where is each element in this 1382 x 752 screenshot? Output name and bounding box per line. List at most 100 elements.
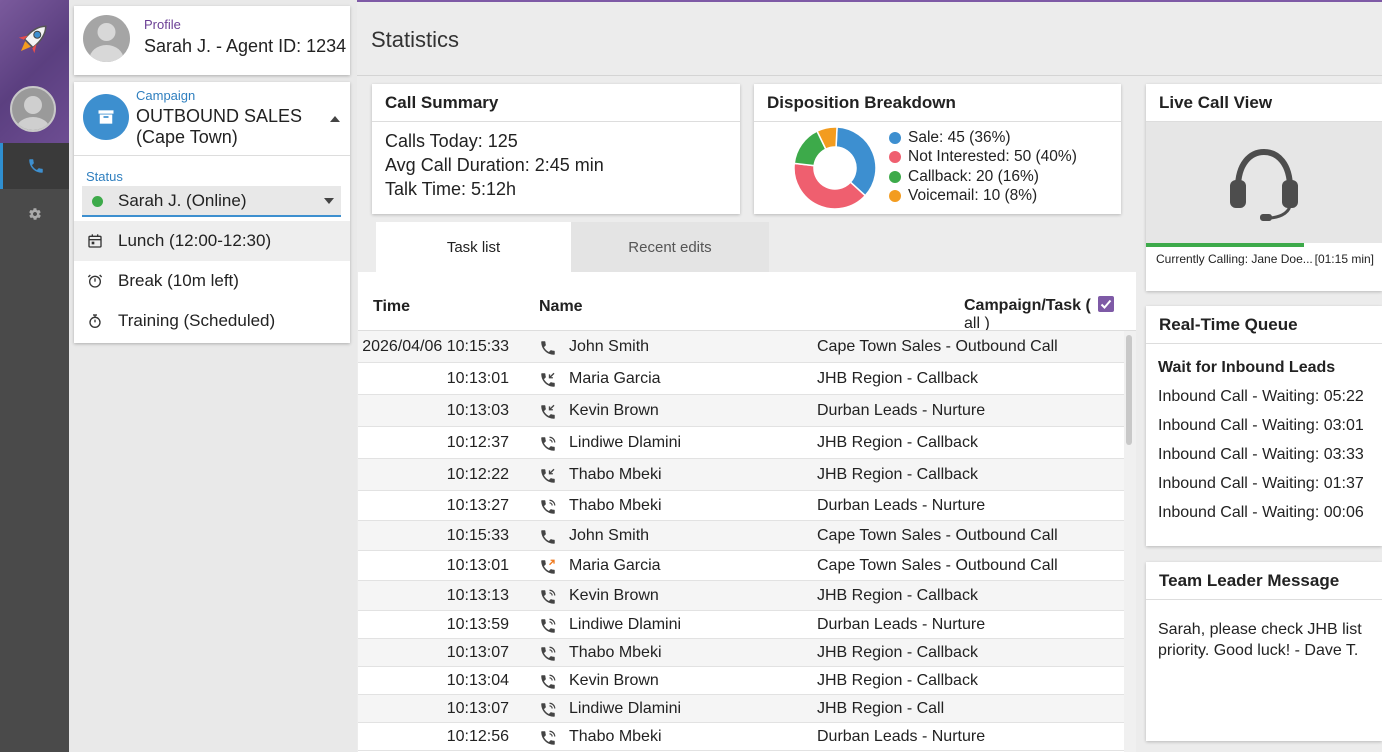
row-campaign: JHB Region - Callback [817, 466, 978, 483]
column-header-name[interactable]: Name [539, 298, 583, 316]
row-name: Thabo Mbeki [569, 728, 662, 745]
timer-icon [87, 274, 103, 288]
legend-label: Not Interested: 50 (40%) [908, 148, 1077, 165]
legend-item-voicemail: Voicemail: 10 (8%) [889, 187, 1038, 205]
phone-ringing-icon [541, 674, 556, 689]
legend-swatch [889, 171, 901, 183]
status-option-training[interactable]: Training (Scheduled) [74, 301, 350, 341]
campaign-label: Campaign [136, 88, 196, 103]
table-row[interactable]: 10:13:01 Maria Garcia Cape Town Sales - Ou… [358, 551, 1124, 581]
legend-label: Sale: 45 (36%) [908, 129, 1011, 146]
row-time: 10:12:56 [446, 728, 509, 745]
row-name: Thabo Mbeki [569, 497, 662, 514]
column-header-time[interactable]: Time [373, 298, 410, 316]
table-row[interactable]: 10:13:01 Maria Garcia JHB Region - Callbac… [358, 363, 1124, 395]
phone-incoming-icon [541, 372, 555, 387]
queue-item[interactable]: Inbound Call - Waiting: 01:37 [1158, 475, 1364, 493]
scrollbar-thumb[interactable] [1126, 335, 1132, 445]
select-all-checkbox[interactable] [1098, 296, 1115, 312]
tab-task-list[interactable]: Task list [376, 222, 571, 272]
queue-item[interactable]: Inbound Call - Waiting: 05:22 [1158, 388, 1364, 406]
call-progress-bar [1146, 243, 1305, 247]
row-name: Kevin Brown [569, 587, 659, 604]
status-option-lunch[interactable]: Lunch (12:00-12:30) [74, 221, 350, 261]
row-time: 10:13:04 [446, 672, 509, 689]
table-row[interactable]: 10:12:22 Thabo Mbeki JHB Region - Callback [358, 459, 1124, 491]
row-time: 10:13:59 [446, 616, 509, 633]
row-name: Lindiwe Dlamini [569, 434, 682, 451]
row-campaign: Durban Leads - Nurture [817, 728, 986, 745]
rail-settings-nav[interactable] [0, 194, 69, 234]
task-table: Time Name Campaign/Task ( all ) 2026/04/… [358, 272, 1136, 752]
table-row[interactable]: 10:12:37 Lindiwe Dlamini JHB Region - Call… [358, 427, 1124, 459]
row-name: Lindiwe Dlamini [569, 700, 682, 717]
legend-swatch [889, 132, 901, 144]
status-option-break[interactable]: Break (10m left) [74, 261, 350, 301]
queue-item[interactable]: Inbound Call - Waiting: 00:06 [1158, 504, 1364, 522]
row-name: Thabo Mbeki [569, 466, 662, 483]
donut-slice-not-interested [793, 162, 867, 210]
phone-ringing-icon [541, 499, 556, 514]
profile-card[interactable]: Profile Sarah J. - Agent ID: 1234 [74, 6, 350, 75]
row-campaign: JHB Region - Callback [817, 672, 978, 689]
tab-recent-edits[interactable]: Recent edits [571, 222, 769, 272]
table-row[interactable]: 10:13:07 Lindiwe Dlamini JHB Region - Call [358, 695, 1124, 723]
profile-avatar [83, 15, 130, 62]
row-name: Kevin Brown [569, 672, 659, 689]
table-row[interactable]: 10:13:59 Lindiwe Dlamini Durban Leads - Nu… [358, 611, 1124, 639]
table-row[interactable]: 10:13:04 Kevin Brown JHB Region - Callback [358, 667, 1124, 695]
chevron-up-icon[interactable] [330, 116, 340, 122]
status-option-label: Training (Scheduled) [118, 311, 276, 330]
rail-avatar[interactable] [10, 86, 56, 132]
queue-item[interactable]: Inbound Call - Waiting: 03:33 [1158, 446, 1364, 464]
campaign-select[interactable]: OUTBOUND SALES (Cape Town) [136, 106, 326, 148]
queue-item[interactable]: Inbound Call - Waiting: 03:01 [1158, 417, 1364, 435]
table-row[interactable]: 10:13:27 Thabo Mbeki Durban Leads - Nurtur… [358, 491, 1124, 521]
phone-ringing-icon [541, 618, 556, 633]
table-row[interactable]: 10:15:33 John Smith Cape Town Sales - Outb… [358, 521, 1124, 551]
headset-icon [1230, 148, 1298, 221]
status-option-label: Break (10m left) [118, 271, 239, 290]
phone-incoming-icon [541, 468, 555, 483]
legend-item-not-interested: Not Interested: 50 (40%) [889, 148, 1077, 166]
row-campaign: JHB Region - Callback [817, 587, 978, 604]
phone-ringing-icon [541, 646, 556, 661]
table-scrollbar[interactable] [1124, 331, 1136, 752]
legend-label: Voicemail: 10 (8%) [908, 187, 1038, 204]
queue-heading: Wait for Inbound Leads [1158, 359, 1336, 376]
status-select[interactable]: Sarah J. (Online) [82, 186, 341, 217]
team-leader-message-card: Team Leader Message Sarah, please check … [1146, 562, 1382, 741]
calls-today: Calls Today: 125 [385, 131, 518, 151]
legend-swatch [889, 190, 901, 202]
checkmark-icon [1101, 299, 1112, 309]
profile-name: Sarah J. - Agent ID: 1234 [144, 36, 347, 56]
rail-phone-nav[interactable] [0, 143, 69, 189]
currently-calling: Currently Calling: Jane Doe... [1156, 252, 1313, 266]
phone-ringing-icon [541, 730, 556, 745]
row-time: 10:13:13 [446, 587, 509, 604]
phone-incoming-icon [541, 404, 555, 419]
profile-label: Profile [144, 17, 181, 32]
table-row[interactable]: 10:13:13 Kevin Brown JHB Region - Callback [358, 581, 1124, 611]
live-call-card: Live Call View Currently Calling: Jane D… [1146, 84, 1382, 291]
chevron-down-icon [324, 198, 334, 204]
avg-call-duration: Avg Call Duration: 2:45 min [385, 155, 604, 175]
phone-icon [541, 530, 555, 544]
table-row[interactable]: 10:12:56 Thabo Mbeki Durban Leads - Nurtur… [358, 723, 1124, 751]
column-header-campaign[interactable]: Campaign/Task ( all ) [964, 296, 1136, 333]
row-campaign: Cape Town Sales - Outbound Call [817, 557, 1058, 574]
call-summary-title: Call Summary [372, 84, 740, 122]
row-time: 10:13:27 [446, 497, 509, 514]
row-name: Maria Garcia [569, 557, 661, 574]
table-row[interactable]: 10:13:07 Thabo Mbeki JHB Region - Callback [358, 639, 1124, 667]
online-status-dot [92, 196, 103, 207]
table-row[interactable]: 10:13:03 Kevin Brown Durban Leads - Nurtur… [358, 395, 1124, 427]
phone-ringing-icon [541, 702, 556, 717]
table-row[interactable]: 2026/04/06 10:15:33 John Smith Cape Town S… [358, 331, 1124, 363]
row-time: 10:13:07 [446, 644, 509, 661]
row-time: 10:13:03 [446, 402, 509, 419]
row-campaign: Durban Leads - Nurture [817, 497, 986, 514]
rocket-logo-icon[interactable] [12, 18, 54, 60]
call-duration: [01:15 min] [1314, 252, 1374, 266]
phone-icon [541, 341, 555, 355]
